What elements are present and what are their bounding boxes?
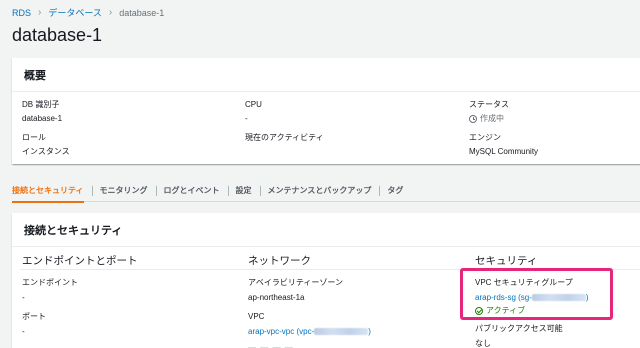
db-identifier: DB 識別子 database-1 xyxy=(22,99,62,124)
engine-value: MySQL Community xyxy=(469,147,539,156)
cpu: CPU - xyxy=(245,99,262,124)
endpoint-label: エンドポイント xyxy=(22,278,78,287)
security-group-highlight-box xyxy=(460,268,613,320)
tab-maintenance-backup[interactable]: メンテナンスとバックアップ xyxy=(259,180,380,202)
status-value: 作成中 xyxy=(469,113,509,124)
chevron-right-icon: › xyxy=(38,7,42,18)
public-access-label: パブリックアクセス可能 xyxy=(475,324,563,333)
availability-zone-value: ap-northeast-1a xyxy=(248,293,305,302)
status-label: ステータス xyxy=(469,100,509,109)
endpoint-column-title: エンドポイントとポート xyxy=(22,255,138,267)
network-column-title: ネットワーク xyxy=(248,255,311,267)
status: ステータス 作成中 xyxy=(469,99,509,124)
tab-configuration[interactable]: 設定 xyxy=(227,180,260,202)
cpu-label: CPU xyxy=(245,100,262,109)
tab-connectivity-security[interactable]: 接続とセキュリティ xyxy=(12,180,92,203)
connectivity-header: 接続とセキュリティ xyxy=(12,213,640,247)
availability-zone-label: アベイラビリティーゾーン xyxy=(248,278,343,287)
breadcrumb-databases[interactable]: データベース xyxy=(48,7,102,19)
current-activity: 現在のアクティビティ xyxy=(245,132,324,143)
db-identifier-label: DB 識別子 xyxy=(22,100,60,109)
engine: エンジン MySQL Community xyxy=(469,132,538,157)
tab-monitoring[interactable]: モニタリング xyxy=(91,180,156,202)
db-identifier-value: database-1 xyxy=(22,114,63,123)
security-column-title: セキュリティ xyxy=(475,255,538,267)
endpoint: エンドポイント - xyxy=(22,277,78,303)
endpoint-value: - xyxy=(22,293,25,302)
current-activity-label: 現在のアクティビティ xyxy=(245,133,324,142)
summary-panel: 概要 DB 識別子 database-1 CPU - ステータス 作成中 ロール… xyxy=(12,58,640,164)
engine-label: エンジン xyxy=(469,133,501,142)
vpc-link[interactable]: arap-vpc-vpc (vpc-) xyxy=(248,326,371,337)
public-access: パブリックアクセス可能 なし xyxy=(475,323,563,348)
truncated-content: — — — — xyxy=(248,343,294,348)
tab-logs-events[interactable]: ログとイベント xyxy=(155,180,228,202)
summary-header: 概要 xyxy=(12,58,640,92)
role-value: インスタンス xyxy=(22,147,70,156)
role: ロール インスタンス xyxy=(22,132,70,157)
availability-zone: アベイラビリティーゾーン ap-northeast-1a xyxy=(248,277,343,303)
status-text: 作成中 xyxy=(480,114,504,123)
vpc: VPC arap-vpc-vpc (vpc-) xyxy=(248,311,371,337)
redacted-vpc-id xyxy=(314,328,369,336)
breadcrumb: RDS › データベース › database-1 xyxy=(12,7,164,19)
breadcrumb-rds[interactable]: RDS xyxy=(12,7,31,19)
role-label: ロール xyxy=(22,133,46,142)
tab-bar: 接続とセキュリティ モニタリング ログとイベント 設定 メンテナンスとバックアッ… xyxy=(12,180,640,203)
breadcrumb-current: database-1 xyxy=(119,8,165,18)
port-value: - xyxy=(22,327,25,336)
vpc-label: VPC xyxy=(248,312,265,321)
public-access-value: なし xyxy=(475,339,491,348)
vpc-link-end: ) xyxy=(368,327,371,336)
port-label: ポート xyxy=(22,312,46,321)
page-title: database-1 xyxy=(12,25,103,45)
port: ポート - xyxy=(22,311,46,337)
clock-icon xyxy=(469,114,477,123)
chevron-right-icon: › xyxy=(108,7,113,18)
tab-tags[interactable]: タグ xyxy=(379,180,411,202)
cpu-value: - xyxy=(245,114,248,123)
vpc-link-text: arap-vpc-vpc (vpc- xyxy=(248,327,315,336)
